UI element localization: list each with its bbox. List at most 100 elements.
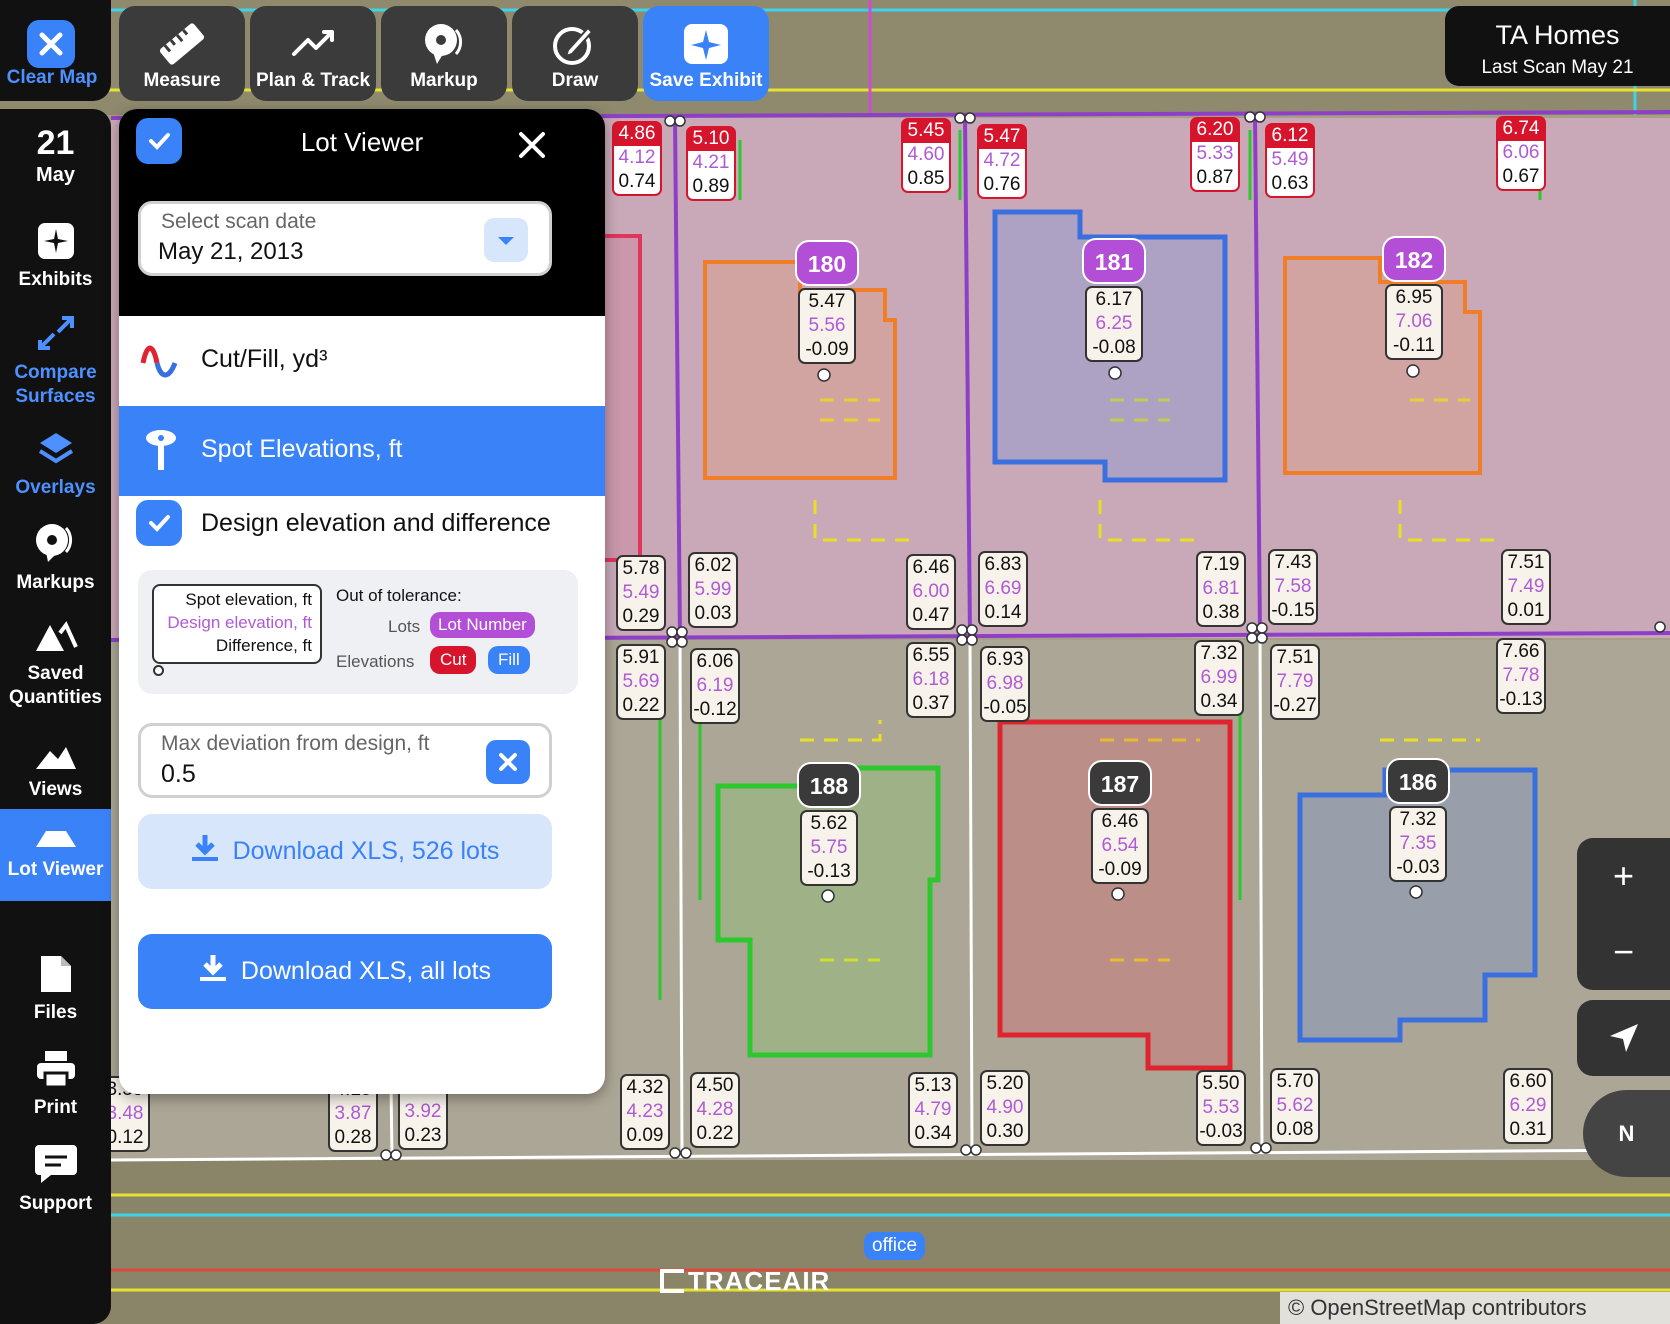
- spot-elevation: 6.74: [1497, 117, 1545, 141]
- sidebar-item-compare-surfaces[interactable]: Compare Surfaces: [0, 314, 111, 409]
- chevron-down-icon: [498, 237, 514, 245]
- out-of-tolerance-spot: 6.20 5.33 0.87: [1190, 117, 1240, 192]
- panel-close-button[interactable]: [514, 127, 550, 163]
- design-elevation: 7.79: [1276, 671, 1314, 692]
- spot-elevation: 5.50: [1202, 1073, 1240, 1094]
- design-diff-checkbox[interactable]: [136, 500, 182, 546]
- plus-icon: +: [1612, 855, 1635, 896]
- scan-date-value: May 21, 2013: [158, 238, 304, 265]
- design-elevation: 5.49: [622, 582, 660, 603]
- spot-elevation: 5.47: [978, 125, 1026, 149]
- legend-lots-label: Lots: [388, 617, 421, 636]
- sidebar-item-label: Print: [33, 1097, 78, 1118]
- measure-button[interactable]: Measure: [119, 6, 245, 101]
- elevation-difference: 0.14: [984, 602, 1022, 623]
- design-elevation: 3.92: [404, 1101, 442, 1122]
- sidebar-item-lot-viewer[interactable]: Lot Viewer: [0, 809, 111, 901]
- spot-elevation-label: 5.13 4.79 0.34: [908, 1072, 958, 1148]
- plan-track-label: Plan & Track: [255, 70, 371, 91]
- spot-elevation: 7.32: [1200, 643, 1238, 664]
- elevation-difference: 0.89: [692, 176, 730, 197]
- zoom-out-button[interactable]: −: [1577, 914, 1670, 990]
- spot-elevation-label: 5.78 5.49 0.29: [616, 555, 666, 631]
- sidebar-item-overlays[interactable]: Overlays: [0, 429, 111, 500]
- plan-track-button[interactable]: Plan & Track: [250, 6, 376, 101]
- map-attribution[interactable]: © OpenStreetMap contributors: [1280, 1292, 1670, 1324]
- lot-number-badge[interactable]: 186: [1386, 758, 1450, 804]
- sparkle-icon: [684, 24, 728, 64]
- sidebar-item-saved-quantities[interactable]: Saved Quantities: [0, 619, 111, 710]
- spot-elevation: 6.12: [1266, 124, 1314, 148]
- spot-elevations-label: Spot Elevations, ft: [201, 435, 403, 463]
- sidebar-item-views[interactable]: Views: [0, 739, 111, 802]
- out-of-tolerance-spot: 6.12 5.49 0.63: [1265, 123, 1315, 198]
- legend-point-marker: [153, 665, 164, 676]
- spot-elevation-label: 7.43 7.58 -0.15: [1268, 549, 1318, 625]
- design-elevation: 5.56: [808, 315, 846, 336]
- elevation-difference: -0.13: [1499, 689, 1543, 710]
- office-badge[interactable]: office: [864, 1232, 926, 1260]
- save-exhibit-label: Save Exhibit: [649, 70, 763, 91]
- sidebar-item-print[interactable]: Print: [0, 1049, 111, 1120]
- design-elevation: 6.69: [984, 578, 1022, 599]
- locate-button[interactable]: [1577, 1000, 1670, 1076]
- sidebar-item-markups[interactable]: Markups: [0, 522, 111, 595]
- compass-button[interactable]: N: [1583, 1090, 1670, 1177]
- traceair-logo-icon: [660, 1269, 684, 1293]
- elevation-difference: 0.34: [1200, 691, 1238, 712]
- lot-number-badge[interactable]: 187: [1088, 760, 1152, 806]
- lot-number-badge[interactable]: 180: [795, 240, 859, 286]
- design-diff-label: Design elevation and difference: [201, 509, 551, 537]
- download-lots-button[interactable]: Download XLS, 526 lots: [138, 814, 552, 889]
- checkmark-icon: [149, 515, 170, 532]
- lot-viewer-icon: [35, 831, 76, 847]
- cut-fill-wave-icon: [140, 345, 178, 378]
- design-elevation: 6.54: [1101, 835, 1139, 856]
- max-deviation-field[interactable]: Max deviation from design, ft 0.5: [138, 723, 552, 798]
- spot-elevation-label: 7.66 7.78 -0.13: [1496, 638, 1546, 714]
- mode-cut-fill[interactable]: Cut/Fill, yd³: [119, 316, 605, 406]
- panel-header: Lot Viewer Select scan date May 21, 2013: [119, 109, 605, 316]
- zoom-in-button[interactable]: +: [1577, 838, 1670, 914]
- design-elevation: 4.12: [618, 147, 656, 168]
- save-exhibit-button[interactable]: Save Exhibit: [643, 6, 769, 101]
- lot-number-badge[interactable]: 188: [797, 762, 861, 808]
- clear-deviation-button[interactable]: [486, 740, 530, 784]
- markup-pin-icon: [35, 524, 72, 562]
- out-of-tolerance-spot: 4.86 4.12 0.74: [612, 121, 662, 196]
- sidebar-item-support[interactable]: Support: [0, 1143, 111, 1216]
- scan-date-display[interactable]: 21 May: [0, 123, 111, 187]
- legend-lot-number-badge: Lot Number: [430, 612, 535, 638]
- account-name: TA Homes: [1495, 20, 1620, 50]
- download-all-button[interactable]: Download XLS, all lots: [138, 934, 552, 1009]
- design-elevation: 5.53: [1202, 1097, 1240, 1118]
- elevation-difference: -0.08: [1092, 337, 1136, 358]
- lot-number-badge[interactable]: 181: [1082, 238, 1146, 284]
- dropdown-button[interactable]: [484, 218, 528, 262]
- markup-button[interactable]: Markup: [381, 6, 507, 101]
- design-elevation: 5.75: [810, 837, 848, 858]
- elevation-difference: 0.34: [914, 1123, 952, 1144]
- design-elevation: 6.06: [1502, 142, 1540, 163]
- spot-elevation: 5.70: [1276, 1071, 1314, 1092]
- lot-number-badge[interactable]: 182: [1382, 236, 1446, 282]
- legend-difference-text: Difference, ft: [215, 636, 312, 655]
- design-elevation: 4.90: [986, 1097, 1024, 1118]
- sidebar-item-files[interactable]: Files: [0, 954, 111, 1025]
- download-lots-label: Download XLS, 526 lots: [232, 837, 500, 865]
- sidebar-item-exhibits[interactable]: Exhibits: [0, 221, 111, 292]
- draw-button[interactable]: Draw: [512, 6, 638, 101]
- account-info[interactable]: TA Homes Last Scan May 21: [1445, 6, 1670, 86]
- mountains-icon: [35, 621, 78, 651]
- max-deviation-value[interactable]: 0.5: [161, 760, 196, 789]
- clear-map-button[interactable]: Clear Map: [0, 0, 111, 101]
- design-elevation: 3.87: [334, 1103, 372, 1124]
- chat-bubble-icon: [34, 1145, 77, 1183]
- spot-elevation: 6.20: [1191, 118, 1239, 142]
- scan-date-select[interactable]: Select scan date May 21, 2013: [138, 201, 552, 276]
- design-elevation: 7.58: [1274, 576, 1312, 597]
- design-elevation: 5.69: [622, 671, 660, 692]
- spot-elevation: 7.51: [1507, 552, 1545, 573]
- mode-spot-elevations[interactable]: Spot Elevations, ft: [119, 406, 605, 496]
- sidebar-item-label: Overlays: [15, 477, 96, 498]
